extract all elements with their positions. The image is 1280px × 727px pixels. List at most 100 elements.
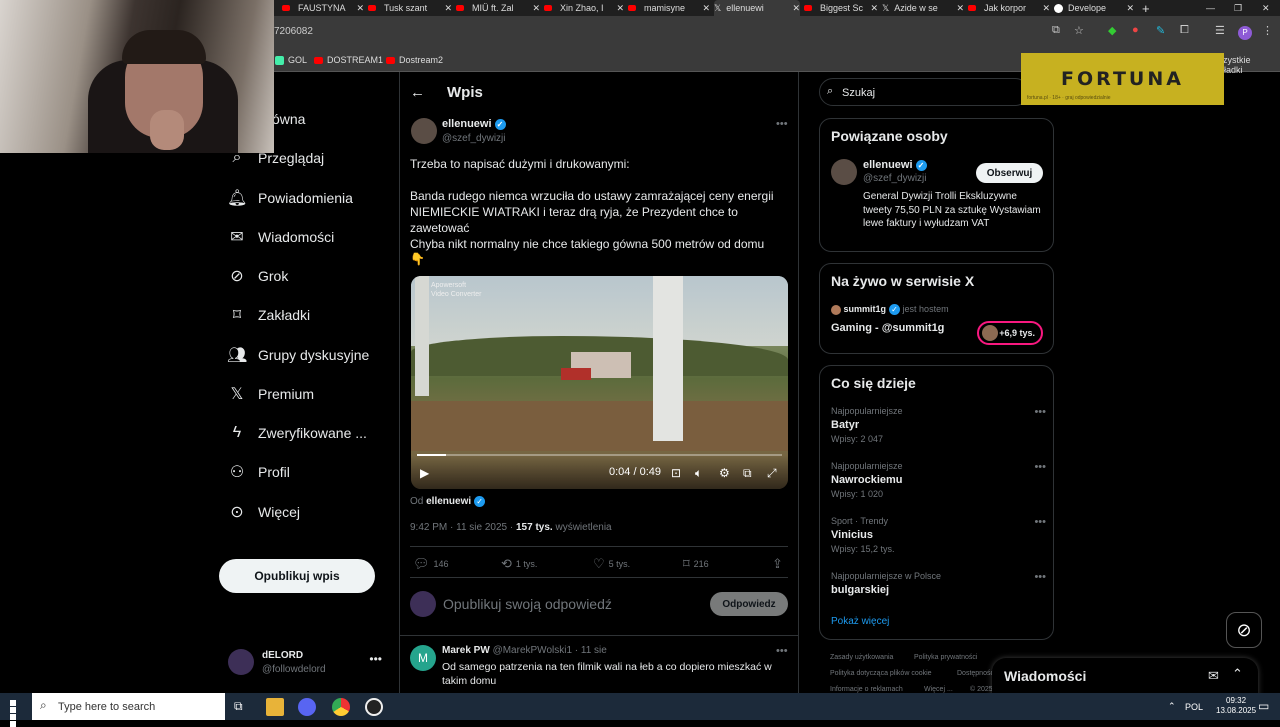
browser-tab[interactable]: 𝕏 Azide w se ✕ (882, 0, 964, 16)
avatar[interactable]: M (410, 645, 436, 671)
trend-item[interactable]: Najpopularniejsze Nawrockiemu Wpisy: 1 020… (831, 461, 1046, 499)
repost-action[interactable]: ⟲ 1 tys. (501, 556, 537, 572)
browser-tab[interactable]: Tusk szant ✕ (368, 0, 452, 16)
footer-link[interactable]: Polityka prywatności (914, 654, 977, 661)
video-progress-bar[interactable] (417, 454, 782, 456)
bookmark-gol[interactable]: GOL (275, 55, 307, 65)
minimize-icon[interactable]: — (1206, 0, 1215, 16)
tab-close-icon[interactable]: ✕ (532, 3, 540, 14)
more-dots-icon[interactable]: ••• (1034, 571, 1046, 583)
obs-icon[interactable] (365, 698, 383, 716)
browser-tab[interactable]: Biggest Sc ✕ (804, 0, 878, 16)
share-icon[interactable]: ⇪ (772, 556, 787, 572)
notifications-icon[interactable]: ▭ (1258, 699, 1269, 713)
sidebar-item-profil[interactable]: ⚇ Profil (227, 459, 290, 485)
more-dots-icon[interactable]: ••• (1034, 516, 1046, 528)
more-dots-icon[interactable]: ••• (369, 652, 382, 666)
author-name[interactable]: ellenuewi ✓ (442, 118, 506, 130)
sidebar-item-zweryfikowane[interactable]: ϟ Zweryfikowane ... (227, 420, 367, 446)
sidebar-item-wiadomości[interactable]: ✉ Wiadomości (227, 224, 334, 250)
tab-close-icon[interactable]: ✕ (616, 3, 624, 14)
tray-chevron-icon[interactable]: ⌃ (1168, 701, 1176, 712)
reply-input[interactable]: Opublikuj swoją odpowiedź (443, 596, 612, 612)
play-icon[interactable]: ▶ (420, 466, 429, 480)
menu-dots-icon[interactable]: ⋮ (1262, 24, 1273, 37)
tab-close-icon[interactable]: ✕ (356, 3, 364, 14)
tab-close-icon[interactable]: ✕ (444, 3, 452, 14)
tab-close-icon[interactable]: ✕ (1126, 3, 1134, 14)
sidebar-item-więcej[interactable]: ⊙ Więcej (227, 499, 300, 525)
browser-tab[interactable]: Jak korpor ✕ (968, 0, 1050, 16)
live-listeners-badge[interactable]: +6,9 tys. (977, 321, 1043, 345)
account-switcher[interactable]: dELORD @followdelord ••• (228, 648, 388, 678)
discord-icon[interactable] (298, 698, 316, 716)
more-dots-icon[interactable]: ••• (776, 645, 788, 657)
tab-close-icon[interactable]: ✕ (1042, 3, 1050, 14)
footer-link[interactable]: Więcej ... (924, 686, 953, 693)
file-explorer-icon[interactable] (266, 698, 284, 716)
trend-item[interactable]: Najpopularniejsze Batyr Wpisy: 2 047 ••• (831, 406, 1046, 444)
tab-close-icon[interactable]: ✕ (702, 3, 710, 14)
footer-link[interactable]: Polityka dotycząca plików cookie (830, 670, 932, 677)
tab-close-icon[interactable]: ✕ (792, 3, 800, 14)
language-indicator[interactable]: POL (1185, 702, 1203, 712)
restore-icon[interactable]: ❐ (1234, 0, 1242, 16)
sidebar-item-powiadomienia[interactable]: 🔔︎ Powiadomienia (227, 185, 353, 211)
sidebar-item-premium[interactable]: 𝕏 Premium (227, 381, 314, 407)
more-dots-icon[interactable]: ••• (776, 118, 788, 130)
trend-item[interactable]: Sport · Trendy Vinicius Wpisy: 15,2 tys. ••… (831, 516, 1046, 554)
avatar[interactable] (831, 159, 857, 185)
bookmark-dostream1[interactable]: DOSTREAM1 (314, 55, 383, 65)
live-space-title[interactable]: Gaming - @summit1g (831, 322, 944, 334)
reply-action[interactable]: 💬︎ 146 (413, 556, 449, 572)
close-window-icon[interactable]: ✕ (1262, 0, 1270, 16)
chrome-icon[interactable] (332, 698, 350, 716)
browser-tab[interactable]: mamisyne ✕ (628, 0, 710, 16)
browser-tab[interactable]: MIÜ ft. Zal ✕ (456, 0, 540, 16)
url-text[interactable]: 7206082 (274, 26, 313, 37)
translate-icon[interactable]: ✎ (1156, 24, 1165, 37)
clock[interactable]: 09:32 13.08.2025 (1216, 696, 1256, 716)
messages-drawer[interactable]: Wiadomości ✉ ⌃ (992, 658, 1258, 698)
shield-icon[interactable]: ◆ (1108, 24, 1116, 37)
follow-button[interactable]: Obserwuj (976, 163, 1043, 183)
fullscreen-icon[interactable]: ⤢ (767, 466, 777, 481)
volume-icon[interactable]: 🔈︎ (695, 466, 702, 481)
video-player[interactable]: Apowersoft Video Converter ▶ 0:04 / 0:49 … (411, 276, 788, 489)
star-icon[interactable]: ☆ (1074, 24, 1084, 37)
browser-tab[interactable]: FAUSTYNA ✕ (282, 0, 364, 16)
grok-icon[interactable]: ⊘ (1226, 612, 1262, 648)
footer-link[interactable]: Dostępność (957, 670, 994, 677)
sidepanel-icon[interactable]: ☰ (1215, 24, 1225, 37)
trend-item[interactable]: Najpopularniejsze w Polsce bulgarskiej ••• (831, 571, 1046, 596)
extension-icon[interactable]: ● (1132, 24, 1139, 36)
post-button[interactable]: Opublikuj wpis (219, 559, 375, 593)
captions-icon[interactable]: ⊡ (671, 466, 681, 480)
sidebar-item-grok[interactable]: ⊘ Grok (227, 263, 288, 289)
pip-icon[interactable]: ⧉ (743, 466, 752, 481)
browser-tab[interactable]: 𝕏ellenuewi ✕ (714, 0, 800, 16)
task-view-icon[interactable]: ⧉ (234, 699, 243, 714)
show-more-link[interactable]: Pokaż więcej (831, 616, 889, 627)
back-arrow-icon[interactable]: ← (410, 84, 425, 101)
puzzle-icon[interactable]: ⧠ (1180, 24, 1189, 37)
browser-tab[interactable]: Xin Zhao, I ✕ (544, 0, 624, 16)
more-dots-icon[interactable]: ••• (1034, 406, 1046, 418)
like-action[interactable]: ♡ 5 tys. (593, 556, 630, 572)
more-dots-icon[interactable]: ••• (1034, 461, 1046, 473)
sidebar-item-zakładki[interactable]: ⌑ Zakładki (227, 302, 310, 328)
browser-tab[interactable]: Develope ✕ (1054, 0, 1134, 16)
footer-link[interactable]: Informacje o reklamach (830, 686, 903, 693)
tab-close-icon[interactable]: ✕ (870, 3, 878, 14)
profile-avatar[interactable]: P (1238, 26, 1252, 40)
search-input[interactable]: ⌕ Szukaj (819, 78, 1029, 106)
windows-start-icon[interactable] (10, 700, 23, 727)
reply-button[interactable]: Odpowiedz (710, 592, 788, 616)
author-avatar[interactable] (411, 118, 437, 144)
new-message-icon[interactable]: ✉ (1208, 668, 1219, 684)
bookmark-dostream2[interactable]: Dostream2 (386, 55, 443, 65)
expand-icon[interactable]: ⌃ (1232, 666, 1243, 682)
author-handle[interactable]: @szef_dywizji (442, 133, 506, 144)
taskbar-search-input[interactable]: ⌕ Type here to search (32, 693, 225, 720)
sidebar-item-grupy-dyskusyjne[interactable]: 👥︎ Grupy dyskusyjne (227, 342, 369, 368)
